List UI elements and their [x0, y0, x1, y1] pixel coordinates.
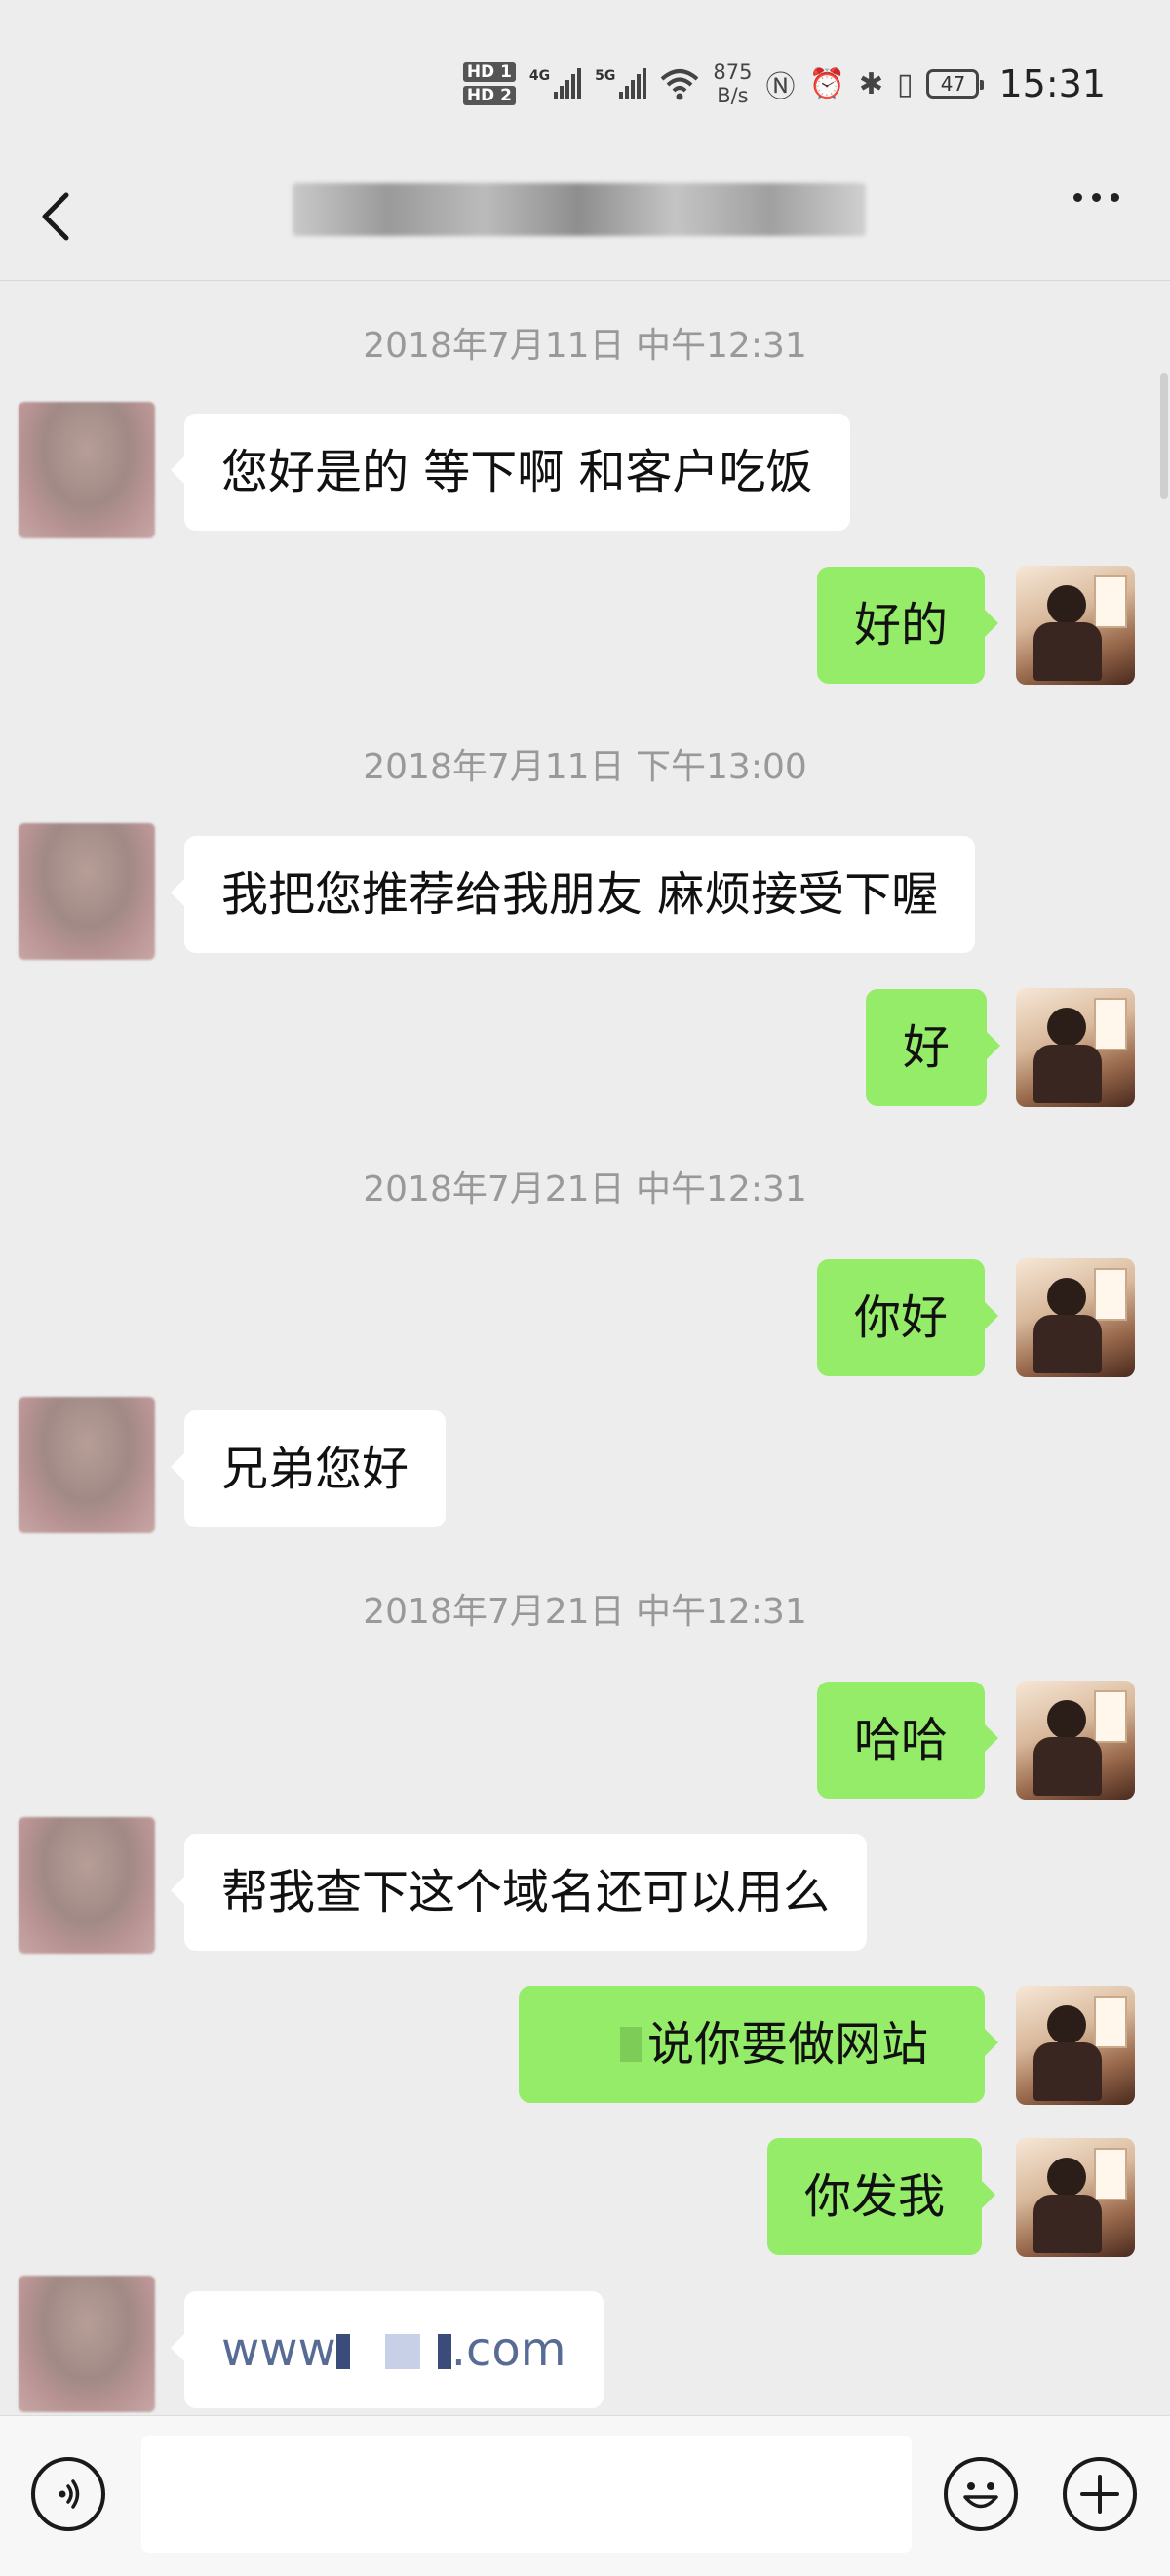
vibrate-icon: ▯ — [896, 66, 914, 101]
hd1-label: HD 1 — [462, 62, 516, 82]
contact-name-redacted — [292, 183, 866, 236]
signal-5g-icon: 5G — [595, 68, 647, 99]
contact-avatar[interactable] — [19, 1397, 155, 1533]
redaction-mark — [335, 2334, 350, 2369]
hd-indicator: HD 1 HD 2 — [462, 62, 516, 105]
message-input[interactable] — [141, 2436, 912, 2553]
nfc-icon: Ⓝ — [765, 70, 796, 104]
wifi-icon — [661, 69, 699, 100]
voice-icon — [58, 2479, 80, 2509]
clock: 15:31 — [998, 62, 1106, 105]
back-button[interactable] — [29, 178, 88, 256]
contact-avatar[interactable] — [19, 402, 155, 538]
outgoing-message[interactable]: 哈哈 — [817, 1682, 999, 1799]
user-avatar[interactable] — [1016, 988, 1135, 1107]
user-avatar[interactable] — [1016, 1986, 1135, 2105]
user-avatar[interactable] — [1016, 2138, 1135, 2257]
voice-button[interactable] — [31, 2457, 105, 2531]
input-bar — [0, 2415, 1170, 2576]
outgoing-message[interactable]: 你好 — [817, 1259, 999, 1376]
contact-avatar[interactable] — [19, 823, 155, 960]
plus-icon — [1080, 2475, 1119, 2514]
outgoing-message[interactable]: 好 — [866, 989, 1001, 1106]
chevron-left-icon — [42, 192, 69, 241]
alarm-icon: ⏰ — [808, 66, 845, 101]
incoming-message[interactable]: 兄弟您好 — [170, 1410, 447, 1527]
contact-avatar[interactable] — [19, 1817, 155, 1954]
redaction-mark — [620, 2027, 642, 2062]
status-bar: HD 1 HD 2 4G 5G 875 B/s Ⓝ ⏰ ✱ ▯ 47 15:31 — [0, 0, 1170, 166]
more-horizontal-icon — [1073, 193, 1082, 202]
battery-icon: 47 — [926, 69, 985, 99]
incoming-link-message[interactable]: www .com — [171, 2291, 604, 2408]
more-button[interactable] — [1073, 193, 1119, 202]
redaction-mark — [384, 2334, 420, 2369]
network-speed: 875 B/s — [713, 60, 753, 107]
timestamp: 2018年7月21日 中午12:31 — [363, 1592, 807, 1632]
hd2-label: HD 2 — [462, 86, 516, 105]
contact-avatar[interactable] — [19, 2276, 155, 2412]
emoji-icon — [963, 2482, 998, 2509]
outgoing-message[interactable]: 好的 — [817, 567, 999, 684]
chat-header — [0, 166, 1170, 281]
bluetooth-icon: ✱ — [858, 66, 883, 101]
incoming-message[interactable]: 您好是的 等下啊 和客户吃饭 — [171, 414, 850, 531]
user-avatar[interactable] — [1016, 1681, 1135, 1800]
plus-button[interactable] — [1063, 2457, 1137, 2531]
emoji-button[interactable] — [944, 2457, 1018, 2531]
scrollbar[interactable] — [1160, 373, 1168, 499]
redaction-mark — [437, 2334, 451, 2369]
user-avatar[interactable] — [1016, 566, 1135, 685]
timestamp: 2018年7月11日 中午12:31 — [363, 326, 807, 366]
outgoing-message[interactable]: 你发我 — [767, 2138, 996, 2255]
incoming-message[interactable]: 我把您推荐给我朋友 麻烦接受下喔 — [170, 836, 976, 953]
user-avatar[interactable] — [1016, 1258, 1135, 1377]
incoming-message[interactable]: 帮我查下这个域名还可以用么 — [170, 1834, 868, 1951]
outgoing-message[interactable]: 说你要做网站 — [519, 1986, 998, 2103]
timestamp: 2018年7月11日 下午13:00 — [363, 747, 807, 787]
signal-4g-icon: 4G — [529, 68, 582, 99]
timestamp: 2018年7月21日 中午12:31 — [363, 1169, 807, 1209]
